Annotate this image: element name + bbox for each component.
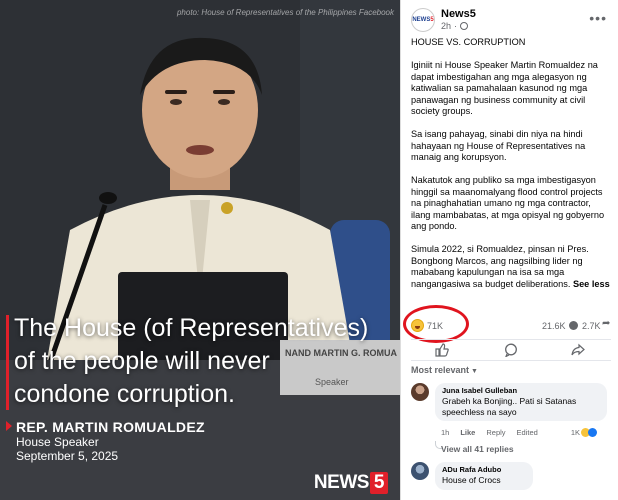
post-paragraph: Iginiit ni House Speaker Martin Romualde… (411, 60, 598, 116)
action-bar (411, 339, 611, 361)
highlight-circle (403, 305, 469, 343)
brand-word: NEWS (313, 472, 370, 493)
shares-count[interactable]: 2.7K (582, 321, 601, 331)
post-photo[interactable]: photo: House of Representatives of the P… (0, 0, 400, 500)
comment-reaction-count: 1K (570, 428, 581, 437)
commenter-name[interactable]: ADu Rafa Adubo (442, 465, 526, 475)
commenter-avatar[interactable] (411, 462, 429, 480)
post-header: NEWS 5 News5 2h · ••• (411, 8, 611, 34)
quote-accent-bar (6, 315, 9, 410)
speaker-marker-icon (6, 421, 12, 431)
post-body: HOUSE VS. CORRUPTION Iginiit ni House Sp… (411, 37, 611, 290)
comment: Juna Isabel Gulleban Grabeh ka Bonjing..… (411, 383, 611, 458)
more-horizontal-icon[interactable]: ••• (589, 10, 607, 26)
post-meta: 2h · (441, 21, 469, 31)
post-paragraph: Nakatutok ang publiko sa mga imbestigasy… (411, 175, 605, 231)
comment-like-button[interactable]: Like (460, 428, 475, 437)
avatar-text: NEWS (412, 17, 431, 23)
quote-line: of the people will never (14, 347, 270, 375)
speaker-name: REP. MARTIN ROMUALDEZ (16, 419, 205, 435)
page-name[interactable]: News5 (441, 8, 476, 20)
brand-number: 5 (369, 472, 388, 494)
post-paragraph: Simula 2022, si Romualdez, pinsan ni Pre… (411, 244, 589, 289)
share-arrow-icon: ➦ (602, 318, 611, 329)
quote-line: condone corruption. (14, 380, 235, 408)
comments-count[interactable]: 21.6K (542, 321, 566, 331)
comment-bubble: ADu Rafa Adubo House of Crocs (435, 462, 533, 490)
speaker-role: House Speaker (16, 435, 99, 449)
share-button[interactable] (571, 343, 585, 357)
quote-text: The House (of Representatives) of the pe… (14, 312, 394, 411)
post-paragraph-last: Simula 2022, si Romualdez, pinsan ni Pre… (411, 244, 611, 290)
comment-reply-button[interactable]: Reply (486, 428, 505, 437)
post-time[interactable]: 2h (441, 21, 451, 31)
comment-actions: 1h Like Reply Edited 1K (441, 428, 598, 437)
comment-text-line: House of Crocs (442, 475, 501, 485)
sort-label: Most relevant (411, 365, 470, 375)
speaker-date: September 5, 2025 (16, 449, 119, 463)
chevron-down-icon: ▼ (471, 368, 478, 375)
meta-separator: · (454, 21, 458, 31)
photo-credit: photo: House of Representatives of the P… (176, 8, 394, 17)
comment-reactions[interactable]: 1K (570, 428, 598, 437)
globe-icon (460, 22, 469, 30)
comment-sort-dropdown[interactable]: Most relevant ▼ (411, 365, 478, 375)
reaction-summary: 71K 21.6K 2.7K ➦ (403, 305, 611, 343)
commenter-avatar[interactable] (411, 383, 429, 401)
comment-text-line: speechless na sayo (442, 407, 517, 417)
post-headline: HOUSE VS. CORRUPTION (411, 37, 526, 47)
avatar-number: 5 (430, 17, 434, 23)
like-button[interactable] (435, 343, 449, 357)
like-reaction-icon (588, 428, 598, 437)
comment-bubble-icon (569, 321, 578, 330)
comment-text-line: Grabeh ka Bonjing.. Pati si Satanas (442, 396, 577, 406)
post-panel: NEWS 5 News5 2h · ••• HOUSE VS. CORRUPTIO… (400, 0, 618, 500)
quote-line: The House (of Representatives) (14, 314, 369, 342)
comment-time[interactable]: 1h (441, 428, 449, 437)
comment-button[interactable] (504, 343, 518, 357)
page-avatar[interactable]: NEWS 5 (411, 8, 435, 32)
comment: ADu Rafa Adubo House of Crocs (411, 462, 611, 496)
comment-bubble: Juna Isabel Gulleban Grabeh ka Bonjing..… (435, 383, 607, 421)
view-replies-link[interactable]: View all 41 replies (441, 444, 514, 454)
commenter-name[interactable]: Juna Isabel Gulleban (442, 386, 600, 396)
comment-edited-label: Edited (516, 428, 538, 437)
post-paragraph: Sa isang pahayag, sinabi din niya na hin… (411, 129, 586, 162)
news5-logo: NEWS 5 (314, 472, 388, 494)
see-less-link[interactable]: See less (573, 279, 610, 289)
